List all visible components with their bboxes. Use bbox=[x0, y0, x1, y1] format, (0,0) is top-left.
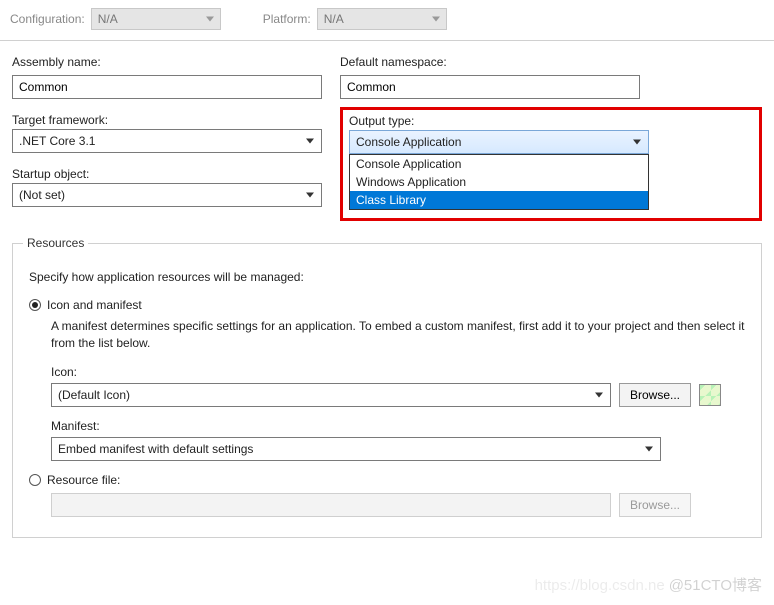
icon-select[interactable]: (Default Icon) bbox=[51, 383, 611, 407]
icon-and-manifest-radio-row[interactable]: Icon and manifest bbox=[29, 298, 745, 312]
output-type-option[interactable]: Console Application bbox=[350, 155, 648, 173]
manifest-label: Manifest: bbox=[51, 419, 745, 433]
output-type-option[interactable]: Class Library bbox=[350, 191, 648, 209]
manifest-select[interactable]: Embed manifest with default settings bbox=[51, 437, 661, 461]
startup-object-label: Startup object: bbox=[12, 167, 322, 181]
radio-icon[interactable] bbox=[29, 299, 41, 311]
configuration-select: N/A bbox=[91, 8, 221, 30]
output-type-label: Output type: bbox=[349, 114, 753, 128]
output-type-dropdown: Console Application Windows Application … bbox=[349, 154, 649, 210]
resource-file-browse-button: Browse... bbox=[619, 493, 691, 517]
resource-file-radio-row[interactable]: Resource file: bbox=[29, 473, 745, 487]
target-framework-select[interactable]: .NET Core 3.1 bbox=[12, 129, 322, 153]
assembly-name-label: Assembly name: bbox=[12, 55, 322, 69]
output-type-option[interactable]: Windows Application bbox=[350, 173, 648, 191]
radio-icon[interactable] bbox=[29, 474, 41, 486]
output-type-highlight: Output type: Console Application Console… bbox=[340, 107, 762, 221]
output-type-select[interactable]: Console Application bbox=[349, 130, 649, 154]
resources-legend: Resources bbox=[23, 236, 88, 250]
startup-object-select[interactable]: (Not set) bbox=[12, 183, 322, 207]
resources-description: Specify how application resources will b… bbox=[29, 270, 745, 284]
resource-file-label: Resource file: bbox=[47, 473, 120, 487]
default-namespace-label: Default namespace: bbox=[340, 55, 762, 69]
resource-file-input bbox=[51, 493, 611, 517]
icon-browse-button[interactable]: Browse... bbox=[619, 383, 691, 407]
default-namespace-input[interactable] bbox=[340, 75, 640, 99]
icon-and-manifest-label: Icon and manifest bbox=[47, 298, 142, 312]
resources-group: Resources Specify how application resour… bbox=[12, 243, 762, 538]
watermark: https://blog.csdn.ne@51CTO博客 bbox=[535, 574, 762, 595]
platform-select: N/A bbox=[317, 8, 447, 30]
target-framework-label: Target framework: bbox=[12, 113, 322, 127]
config-platform-bar: Configuration: N/A Platform: N/A bbox=[0, 0, 774, 41]
configuration-label: Configuration: bbox=[10, 12, 85, 26]
default-icon-preview bbox=[699, 384, 721, 406]
icon-label: Icon: bbox=[51, 365, 745, 379]
platform-label: Platform: bbox=[263, 12, 311, 26]
assembly-name-input[interactable] bbox=[12, 75, 322, 99]
icon-manifest-explain: A manifest determines specific settings … bbox=[51, 318, 745, 353]
